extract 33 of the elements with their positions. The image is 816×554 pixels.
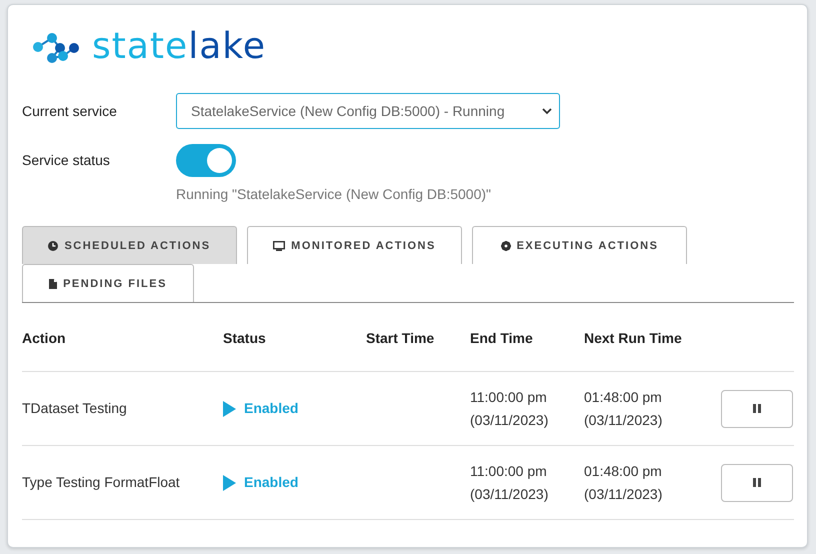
field-label: Current service — [22, 103, 118, 119]
table-cell-text: 11:00:00 pm (03/11/2023) — [470, 388, 550, 430]
pause-button[interactable] — [721, 464, 793, 502]
tab[interactable]: MONITORED ACTIONS — [247, 226, 462, 264]
monitor-icon — [273, 240, 286, 250]
pause-button[interactable] — [721, 390, 793, 428]
table-cell-text: TDataset Testing — [22, 399, 128, 418]
pause-icon — [753, 478, 761, 487]
table-cell-text: 01:48:00 pm (03/11/2023) — [584, 388, 664, 430]
table-cell-text: Type Testing FormatFloat — [22, 473, 181, 492]
tab[interactable]: PENDING FILES — [22, 264, 194, 302]
column-header: Action — [22, 329, 67, 346]
column-header: Status — [223, 329, 267, 346]
logo-icon — [30, 30, 80, 64]
tab[interactable]: SCHEDULED ACTIONS — [22, 226, 237, 264]
clock-icon — [48, 240, 58, 250]
service-dropdown[interactable]: StatelakeService (New Config DB:5000) - Running — [176, 93, 560, 129]
column-header: Next Run Time — [584, 329, 683, 346]
status-toggle[interactable] — [176, 144, 236, 177]
table-cell-text: 01:48:00 pm (03/11/2023) — [584, 462, 664, 504]
pause-icon — [753, 404, 761, 413]
column-header: Start Time — [366, 329, 436, 346]
gear-icon — [500, 240, 511, 250]
chevron-down-icon — [541, 107, 553, 115]
table-cell-text: 11:00:00 pm (03/11/2023) — [470, 462, 550, 504]
status-text: Enabled — [244, 399, 298, 418]
logo-wordmark: statelake — [92, 27, 266, 67]
tab[interactable]: EXECUTING ACTIONS — [472, 226, 687, 264]
status-message: Running "StatelakeService (New Config DB:5000)" — [176, 186, 491, 202]
column-header: End Time — [470, 329, 534, 346]
status-text: Enabled — [244, 473, 298, 492]
field-label: Service status — [22, 152, 111, 168]
file-icon — [49, 278, 58, 288]
